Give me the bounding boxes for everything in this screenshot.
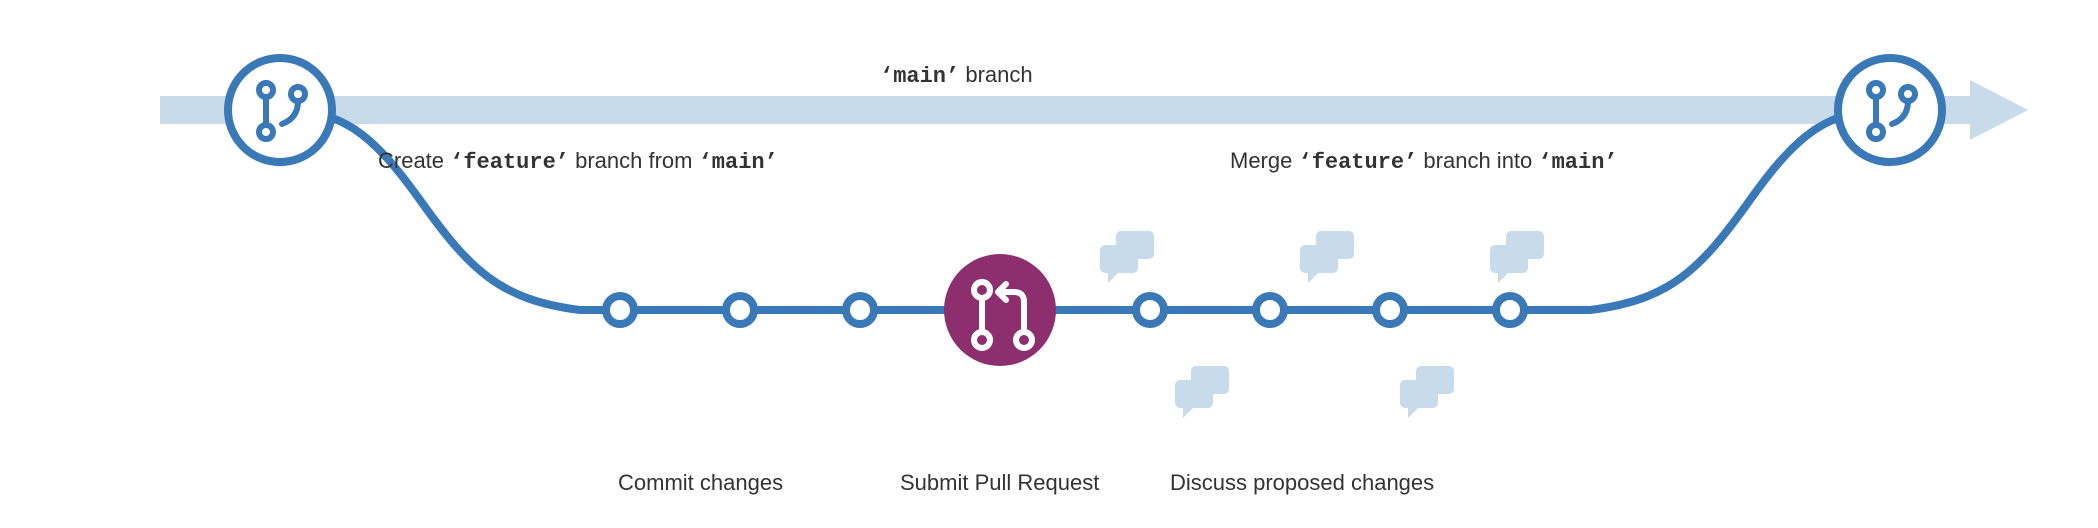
quote: ‘: [880, 64, 893, 89]
quote: ’: [1604, 150, 1617, 175]
merge-branch-label: Merge ‘feature’ branch into ‘main’: [1230, 148, 1618, 175]
branch-suffix: branch: [959, 62, 1032, 87]
quote: ’: [1404, 150, 1417, 175]
submit-pr-label: Submit Pull Request: [900, 470, 1099, 496]
quote: ’: [765, 150, 778, 175]
chat-bubbles: [1100, 231, 1544, 418]
chat-icon: [1490, 231, 1544, 283]
text: Merge: [1230, 148, 1298, 173]
chat-icon: [1400, 366, 1454, 418]
chat-icon: [1175, 366, 1229, 418]
pull-request-node: [944, 254, 1056, 366]
branch-name: main: [893, 64, 946, 89]
feature-branch-path: [280, 110, 1890, 310]
quote: ‘: [1298, 150, 1311, 175]
chat-icon: [1100, 231, 1154, 283]
branch-name: feature: [1312, 150, 1404, 175]
branch-name: main: [1552, 150, 1605, 175]
text: branch into: [1417, 148, 1538, 173]
discuss-changes-label: Discuss proposed changes: [1170, 470, 1434, 496]
quote: ‘: [1538, 150, 1551, 175]
start-branch-node: [228, 58, 332, 162]
main-branch-arrow: [160, 80, 2028, 140]
quote: ‘: [450, 150, 463, 175]
git-flow-diagram: ‘main’ branch Create ‘feature’ branch fr…: [0, 0, 2098, 528]
chat-icon: [1300, 231, 1354, 283]
diagram-svg: [0, 0, 2098, 528]
quote: ‘: [699, 150, 712, 175]
quote: ’: [556, 150, 569, 175]
end-branch-node: [1838, 58, 1942, 162]
quote: ’: [946, 64, 959, 89]
create-branch-label: Create ‘feature’ branch from ‘main’: [378, 148, 778, 175]
main-branch-label: ‘main’ branch: [880, 62, 1033, 89]
branch-name: main: [712, 150, 765, 175]
commit-changes-label: Commit changes: [618, 470, 783, 496]
branch-name: feature: [463, 150, 555, 175]
text: branch from: [569, 148, 699, 173]
text: Create: [378, 148, 450, 173]
